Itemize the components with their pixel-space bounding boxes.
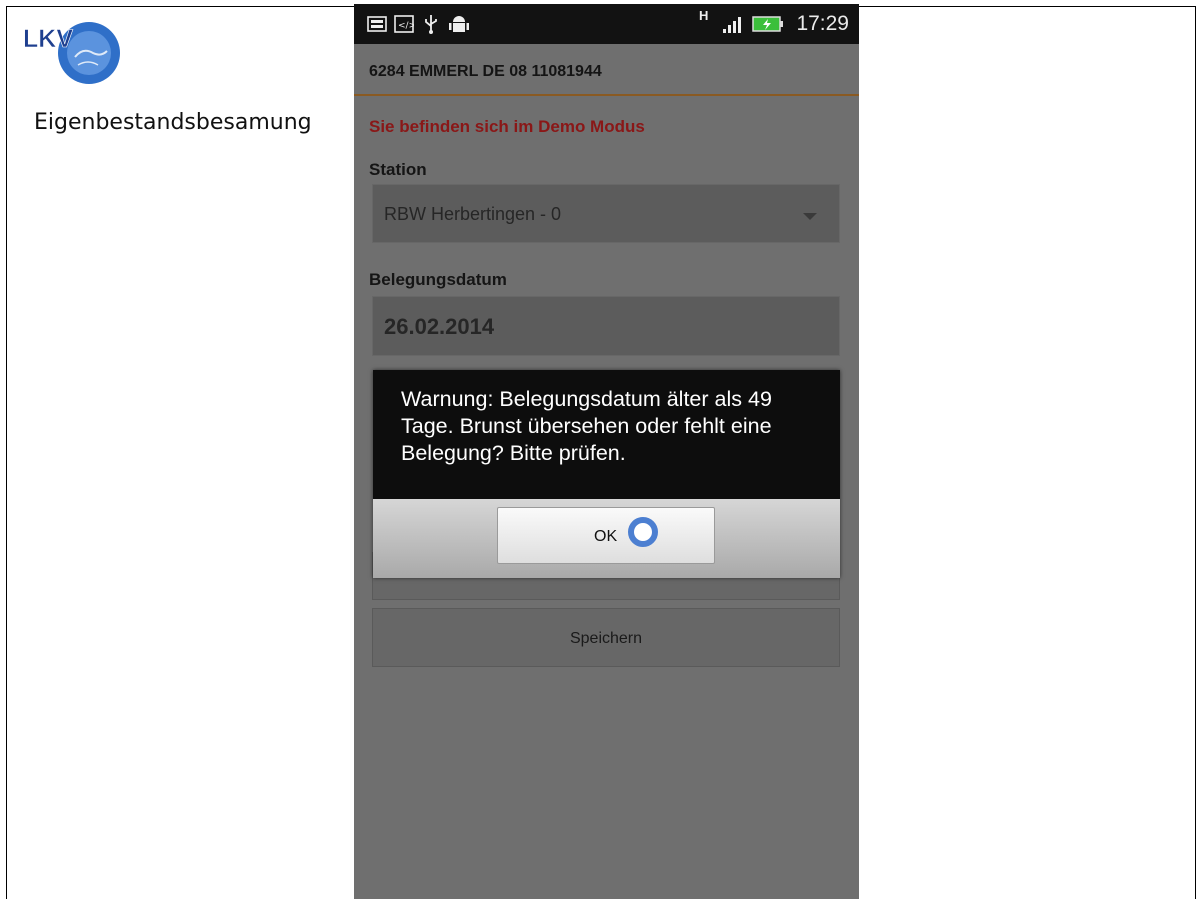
tap-indicator-icon [628,517,658,547]
action-bar: 6284 EMMERL DE 08 11081944 [354,44,859,96]
code-icon: </> [394,15,414,33]
dialog-button-bar: OK [373,499,840,578]
date-field[interactable]: 26.02.2014 [372,296,840,356]
animal-title: 6284 EMMERL DE 08 11081944 [369,63,602,80]
keyboard-icon [367,16,387,32]
date-label: Belegungsdatum [369,270,507,289]
status-bar: </> H 17:29 [354,4,859,44]
svg-text:</>: </> [398,21,414,31]
battery-charging-icon [752,16,783,32]
clock: 17:29 [796,12,849,35]
usb-icon [425,15,437,34]
save-button[interactable]: Speichern [372,608,840,667]
warning-message: Warnung: Belegungsdatum älter als 49 Tag… [373,370,840,499]
station-value: RBW Herbertingen - 0 [384,204,562,224]
ok-button-label: OK [594,528,618,545]
android-debug-icon [449,16,469,32]
svg-text:LKV: LKV [23,25,73,53]
date-value: 26.02.2014 [384,314,495,339]
feature-caption: Eigenbestandsbesamung [34,110,312,135]
station-dropdown[interactable]: RBW Herbertingen - 0 [372,184,840,243]
warning-dialog: Warnung: Belegungsdatum älter als 49 Tag… [373,370,840,578]
network-type-label: H [699,8,709,23]
demo-mode-notice: Sie befinden sich im Demo Modus [369,117,645,136]
signal-strength-icon [723,17,741,33]
ok-button[interactable]: OK [497,507,715,564]
dropdown-caret-icon [803,213,817,220]
phone-screen: </> H 17:29 6284 EMMERL DE 08 11081944 S… [354,4,859,899]
station-label: Station [369,160,427,179]
lkv-logo: LKV [23,22,120,84]
